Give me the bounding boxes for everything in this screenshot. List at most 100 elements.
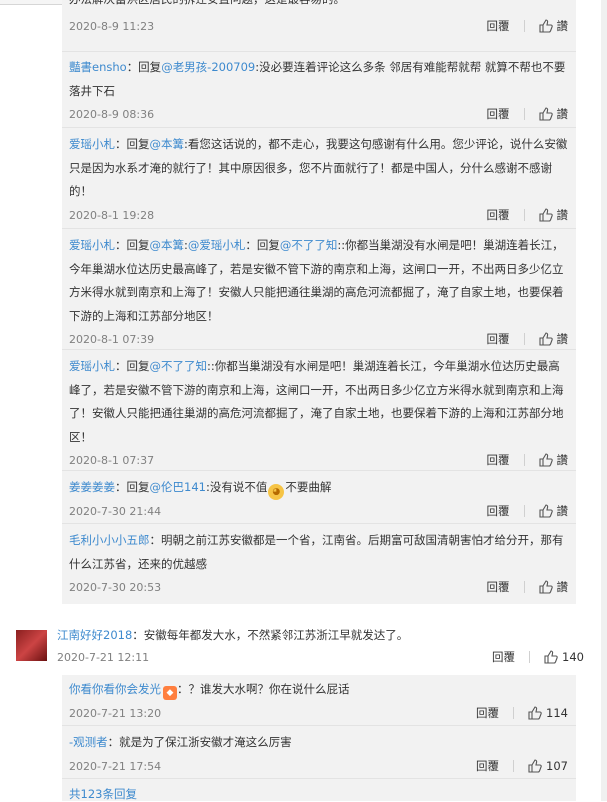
reply-button[interactable]: 回覆 — [487, 103, 510, 125]
reply-time: 2020-8-1 07:37 — [69, 454, 155, 467]
reply-button[interactable]: 回覆 — [487, 500, 510, 522]
like-button[interactable]: 107 — [528, 755, 568, 777]
reply-button[interactable]: 回覆 — [487, 449, 510, 471]
divider — [523, 454, 525, 466]
reply-item: 你看你看你会发光 ◆ ：？谁发大水啊？你在说什么屁话 2020-7-21 13:20… — [62, 678, 576, 726]
scrollbar[interactable] — [601, 0, 607, 801]
thumbs-up-icon — [528, 758, 542, 773]
reply-time: 2020-7-21 13:20 — [69, 706, 162, 720]
like-button[interactable]: 讚 — [538, 500, 569, 522]
comment-username[interactable]: 江南好好2018 — [57, 628, 132, 642]
mention-link[interactable]: @伦巴141 — [150, 480, 206, 494]
reply-button[interactable]: 回覆 — [487, 576, 510, 598]
badge-icon: ◆ — [163, 686, 177, 700]
thumbs-up-icon — [538, 107, 553, 121]
thumbs-up-icon — [528, 705, 542, 720]
reply-prefix: ： — [149, 533, 162, 547]
reply-button[interactable]: 回覆 — [487, 204, 510, 226]
reply-text: 办法解决蓄洪区居民的拆迁安置问题，这是最容易的。 — [69, 0, 568, 12]
reply-time: 2020-8-9 11:23 — [69, 19, 155, 33]
reply-prefix: ：回复 — [115, 137, 150, 151]
mention-link[interactable]: @老男孩-200709 — [161, 60, 255, 74]
reply-item: 姜姜姜姜：回复@伦巴141:没有说不值 ◕ 不要曲解 2020-7-30 21:44… — [62, 476, 576, 524]
mention-link[interactable]: @本篝 — [150, 238, 185, 252]
reply-time: 2020-7-21 17:54 — [69, 759, 162, 773]
mention-link[interactable]: @不了了知 — [150, 359, 208, 373]
more-replies-link[interactable]: 共123条回复 — [69, 786, 137, 802]
reply-prefix: ：回复 — [126, 60, 162, 74]
divider — [523, 505, 525, 517]
reply-time: 2020-7-30 21:44 — [69, 505, 162, 518]
like-label: 讚 — [556, 504, 569, 518]
reply-username[interactable]: 毛利小小小五郎 — [69, 533, 150, 547]
reply-item: 办法解决蓄洪区居民的拆迁安置问题，这是最容易的。 2020-8-9 11:23 … — [62, 0, 576, 52]
like-button[interactable]: 讚 — [538, 576, 569, 598]
like-button[interactable]: 讚 — [538, 449, 569, 471]
reply-username[interactable]: 爱瑶小札 — [69, 238, 115, 252]
reply-time: 2020-8-9 08:36 — [69, 108, 155, 121]
divider — [523, 581, 525, 593]
shy-emoji-icon: ◕ — [268, 484, 285, 500]
reply-item: -观测者：就是为了保江浙安徽才淹这么厉害 2020-7-21 17:54 回覆 … — [62, 731, 576, 779]
like-label: 讚 — [556, 107, 569, 121]
like-button[interactable]: 讚 — [538, 103, 569, 125]
reply-time: 2020-8-1 19:28 — [69, 208, 155, 222]
reply-button[interactable]: 回覆 — [476, 702, 499, 724]
reply-item: 毛利小小小五郎：明朝之前江苏安徽都是一个省，江南省。后期富可敌国清朝害怕才给分开… — [62, 529, 576, 601]
reply-text-after: 不要曲解 — [285, 480, 332, 494]
divider — [523, 333, 525, 345]
divider — [513, 759, 515, 772]
like-label: 讚 — [556, 580, 569, 594]
reply-button[interactable]: 回覆 — [487, 15, 510, 37]
like-label: 讚 — [556, 453, 569, 467]
mention-link[interactable]: @爱瑶小札 — [188, 238, 246, 252]
thumbs-up-icon — [538, 18, 553, 33]
like-button[interactable]: 114 — [528, 702, 568, 724]
like-button[interactable]: 140 — [544, 646, 584, 668]
reply-button[interactable]: 回覆 — [476, 755, 499, 777]
reply-text: ：？谁发大水啊？你在说什么屁话 — [177, 682, 350, 696]
like-count: 114 — [546, 705, 568, 720]
reply-text: :没有说不值 — [205, 480, 268, 494]
reply-username[interactable]: 姜姜姜姜 — [69, 480, 115, 494]
reply-prefix: ：回复 — [115, 480, 150, 494]
thumbs-up-icon — [538, 580, 553, 594]
like-button[interactable]: 讚 — [538, 204, 569, 226]
comment-text: ：安徽每年都发大水，不然紧邻江苏浙江早就发达了。 — [132, 628, 409, 642]
like-count: 107 — [546, 758, 568, 773]
reply-button[interactable]: 回覆 — [487, 328, 510, 350]
reply-prefix: ：回复 — [115, 238, 150, 252]
avatar[interactable] — [16, 630, 47, 661]
reply-username[interactable]: 豔書ensho — [69, 60, 127, 74]
mention-link[interactable]: @本篝 — [150, 137, 185, 151]
reply-text: ：就是为了保江浙安徽才淹这么厉害 — [107, 735, 292, 749]
reply-button[interactable]: 回覆 — [492, 646, 515, 668]
thumbs-up-icon — [538, 332, 553, 346]
like-button[interactable]: 讚 — [538, 328, 568, 350]
like-label: 讚 — [556, 18, 569, 33]
reply-username[interactable]: -观测者 — [69, 735, 108, 749]
reply-prefix: ：回复 — [115, 359, 150, 373]
divider — [513, 706, 515, 719]
reply-item: 豔書ensho：回复@老男孩-200709:没必要连着评论这么多条 邻居有难能帮… — [62, 56, 576, 128]
reply-username[interactable]: 你看你看你会发光 — [69, 682, 161, 696]
like-count: 140 — [562, 650, 584, 664]
comment-time: 2020-7-21 12:11 — [57, 651, 150, 664]
reply-username[interactable]: 爱瑶小札 — [69, 359, 115, 373]
reply-mid: ：回复 — [245, 238, 280, 252]
reply-username[interactable]: 爱瑶小札 — [69, 137, 115, 151]
reply-item: 爱瑶小札：回复@不了了知::你都当巢湖没有水闸是吧！巢湖连着长江，今年巢湖水位达… — [62, 355, 576, 471]
mention-link[interactable]: @不了了知 — [280, 238, 338, 252]
reply-item: 爱瑶小札：回复@本篝:看您这话说的，都不走心，我要这句感谢有什么用。您少评论，说… — [62, 133, 576, 229]
reply-item: 爱瑶小札：回复@本篝:@爱瑶小札：回复@不了了知::你都当巢湖没有水闸是吧！巢湖… — [62, 234, 576, 350]
divider — [523, 108, 525, 120]
reply-time: 2020-7-30 20:53 — [69, 581, 162, 594]
thumbs-up-icon — [538, 207, 553, 222]
thumbs-up-icon — [538, 504, 553, 518]
thumbs-up-icon — [544, 650, 558, 664]
divider — [529, 651, 531, 663]
divider — [523, 208, 525, 221]
thumbs-up-icon — [538, 453, 553, 467]
like-label: 讚 — [556, 207, 569, 222]
like-button[interactable]: 讚 — [538, 15, 569, 37]
